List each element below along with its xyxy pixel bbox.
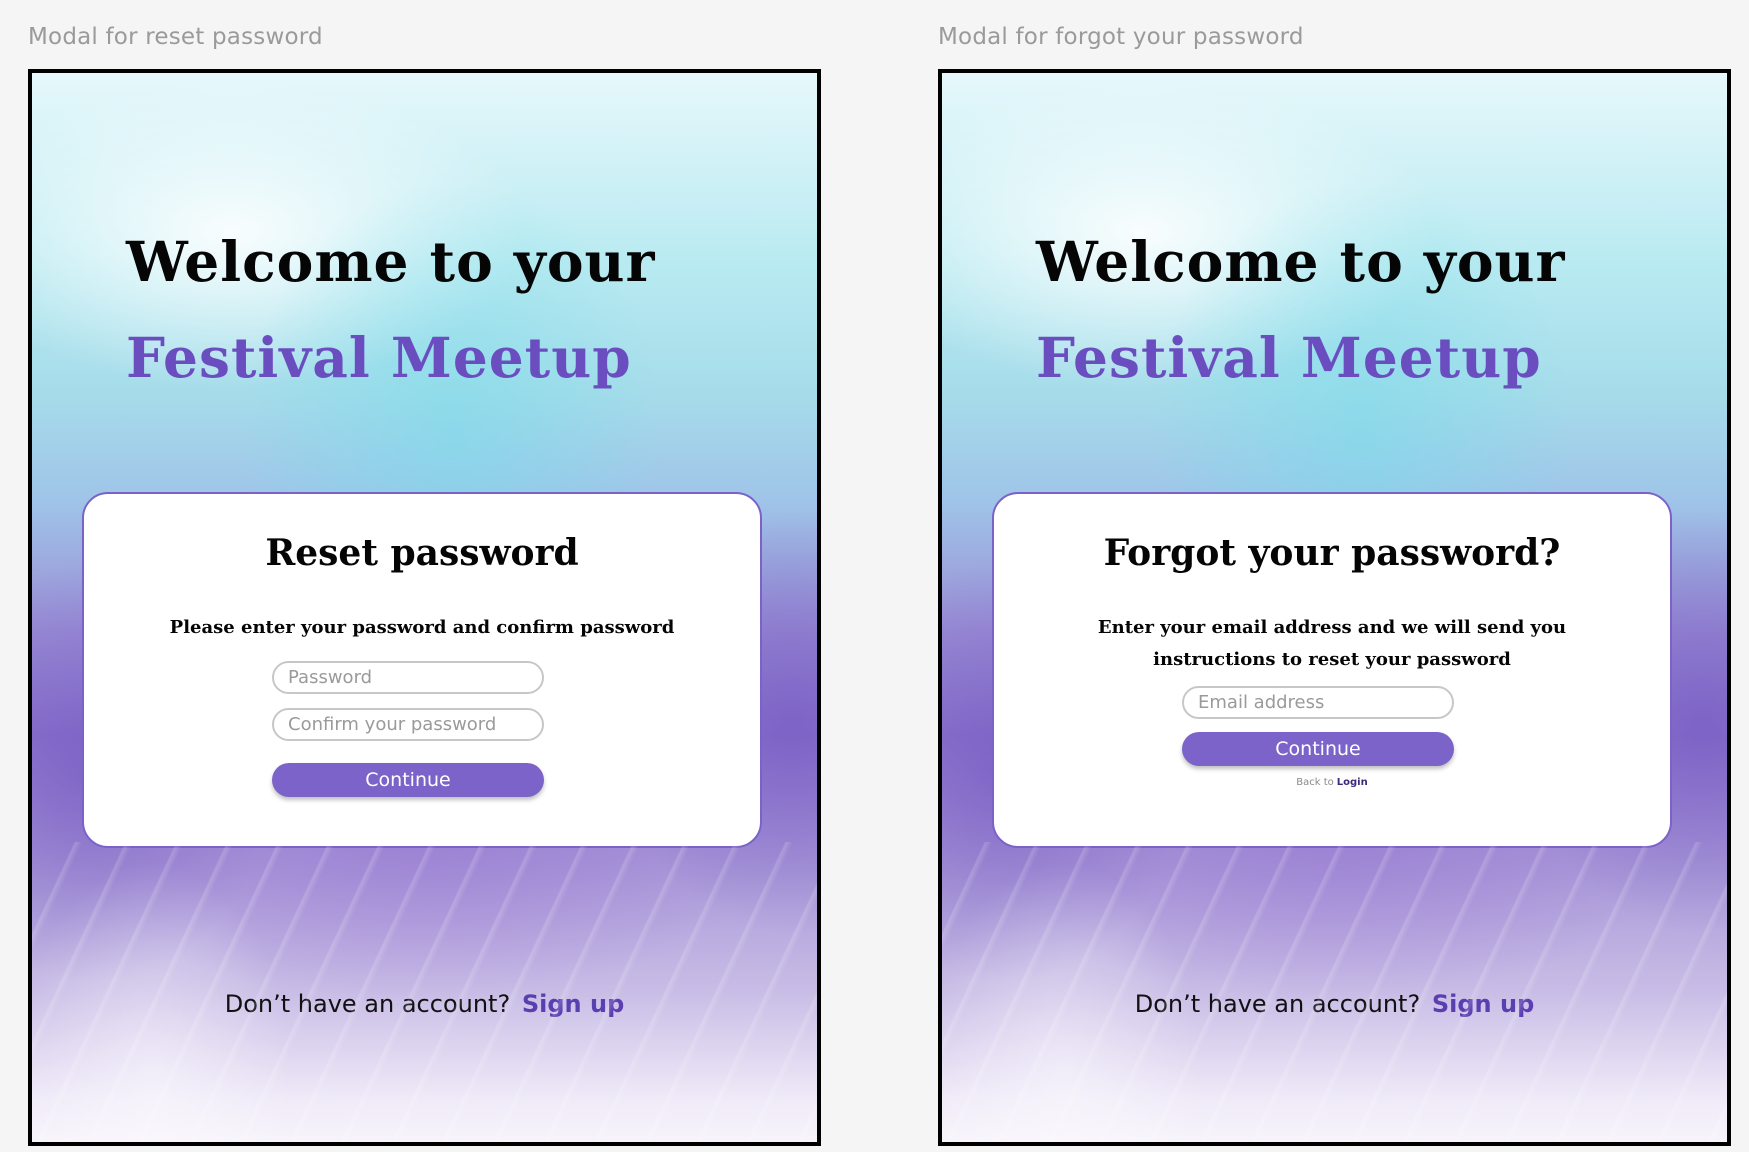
modal-instruction: Enter your email address and we will sen…: [1097, 617, 1567, 670]
forgot-password-modal: Forgot your password? Enter your email a…: [992, 492, 1672, 848]
brand-heading: Festival Meetup: [126, 325, 632, 390]
back-to-text: Back to: [1296, 777, 1334, 788]
frame-caption-reset: Modal for reset password: [28, 24, 323, 50]
frame-caption-forgot: Modal for forgot your password: [938, 24, 1304, 50]
password-input[interactable]: [272, 661, 544, 694]
continue-button[interactable]: Continue: [272, 763, 544, 797]
signup-prompt-text: Don’t have an account?: [1134, 990, 1421, 1018]
signup-link[interactable]: Sign up: [1432, 990, 1534, 1018]
modal-title: Reset password: [265, 532, 579, 574]
signup-prompt: Don’t have an account? Sign up: [942, 990, 1727, 1018]
signup-link[interactable]: Sign up: [522, 990, 624, 1018]
continue-button[interactable]: Continue: [1182, 732, 1454, 766]
confirm-password-input[interactable]: [272, 708, 544, 741]
signup-prompt-text: Don’t have an account?: [224, 990, 511, 1018]
modal-instruction: Please enter your password and confirm p…: [169, 617, 675, 638]
reset-password-modal: Reset password Please enter your passwor…: [82, 492, 762, 848]
signup-prompt: Don’t have an account? Sign up: [32, 990, 817, 1018]
modal-title: Forgot your password?: [1103, 532, 1561, 574]
back-to-login: Back to Login: [994, 777, 1670, 788]
reset-password-frame: Welcome to your Festival Meetup Reset pa…: [28, 69, 821, 1146]
welcome-heading: Welcome to your: [126, 229, 656, 294]
welcome-heading: Welcome to your: [1036, 229, 1566, 294]
forgot-password-frame: Welcome to your Festival Meetup Forgot y…: [938, 69, 1731, 1146]
email-address-input[interactable]: [1182, 686, 1454, 719]
brand-heading: Festival Meetup: [1036, 325, 1542, 390]
login-link[interactable]: Login: [1337, 777, 1368, 788]
